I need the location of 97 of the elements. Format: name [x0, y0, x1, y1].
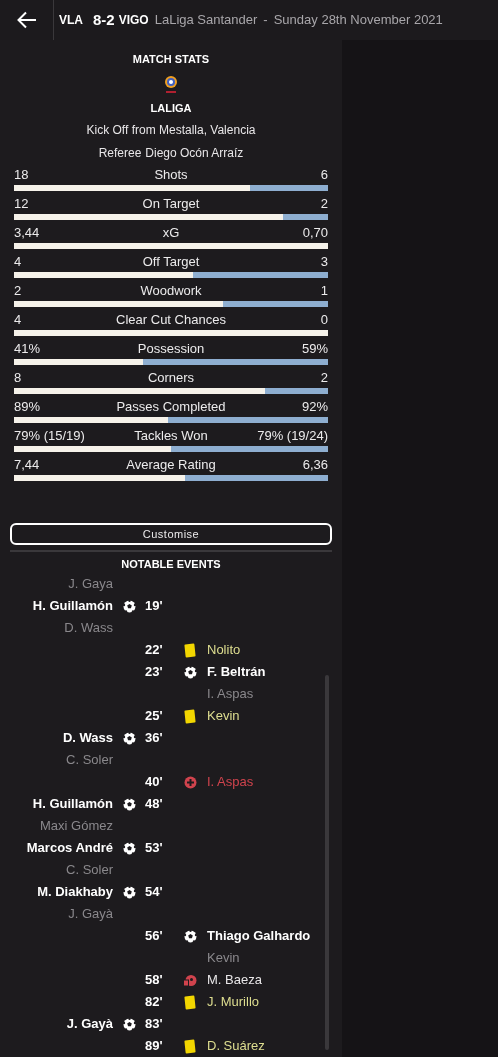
back-arrow-icon[interactable]: [16, 11, 37, 29]
event-minute: 36': [145, 729, 163, 748]
stat-label: Average Rating: [126, 455, 216, 473]
event-minute: 54': [145, 883, 163, 902]
home-stat-value: 2: [14, 281, 22, 299]
player-name: F. Beltrán: [207, 663, 266, 682]
home-stat-value: 7,44: [14, 455, 40, 473]
event-minute: 82': [145, 993, 163, 1012]
ball-icon: [183, 929, 197, 943]
event-minute: 19': [145, 597, 163, 616]
assist-name: I. Aspas: [207, 685, 254, 704]
stat-label: Passes Completed: [116, 397, 226, 415]
booking-card-icon: [184, 709, 196, 723]
home-stat-value: 12: [14, 194, 29, 212]
assist-name: J. Gayà: [68, 905, 113, 924]
missed-penalty-icon: [183, 973, 197, 987]
away-team: VIGO: [118, 12, 149, 29]
ball-icon: [122, 885, 136, 899]
player-name: Nolito: [207, 641, 241, 660]
referee-name: Diego Ocón Arraíz: [145, 144, 244, 162]
event-minute: 25': [145, 707, 163, 726]
player-name: Marcos André: [26, 839, 113, 858]
player-name: J. Gayà: [66, 1015, 113, 1034]
assist-name: D. Wass: [64, 619, 113, 638]
stat-label: Tackles Won: [134, 426, 208, 444]
home-stat-value: 79% (15/19): [14, 426, 85, 444]
stat-label: Off Target: [142, 252, 200, 270]
event-minute: 83': [145, 1015, 163, 1034]
away-stat-value: 0: [320, 310, 328, 328]
separator-dash: -: [263, 11, 268, 30]
away-stat-value: 92%: [301, 397, 328, 415]
away-stat-value: 3: [320, 252, 328, 270]
ball-icon: [122, 797, 136, 811]
ball-icon: [122, 731, 136, 745]
event-minute: 48': [145, 795, 163, 814]
home-stat-value: 4: [14, 310, 22, 328]
ball-icon: [122, 599, 136, 613]
home-team: VLA: [59, 12, 83, 29]
stat-label: Corners: [147, 368, 195, 386]
event-minute: 53': [145, 839, 163, 858]
player-name: D. Wass: [62, 729, 113, 748]
assist-name: C. Soler: [66, 751, 113, 770]
player-name: M. Diakhaby: [37, 883, 113, 902]
away-stat-value: 6,36: [302, 455, 328, 473]
assist-name: C. Soler: [66, 861, 113, 880]
stat-label: Possession: [137, 339, 205, 357]
away-stat-value: 1: [320, 281, 328, 299]
player-name: H. Guillamón: [32, 597, 113, 616]
player-name: H. Guillamón: [32, 795, 113, 814]
match-date: Sunday 28th November 2021: [273, 11, 443, 30]
kick-off-text: Kick Off from Mestalla, Valencia: [86, 121, 256, 139]
event-minute: 89': [145, 1037, 163, 1056]
away-stat-value: 2: [320, 194, 328, 212]
ball-icon: [183, 665, 197, 679]
assist-name: Maxi Gómez: [40, 817, 113, 836]
player-name: M. Baeza: [207, 971, 262, 990]
player-name: Thiago Galhardo: [207, 927, 311, 946]
customise-button[interactable]: Customise: [10, 522, 332, 546]
event-minute: 22': [145, 641, 163, 660]
home-stat-value: 41%: [14, 339, 41, 357]
home-stat-value: 8: [14, 368, 22, 386]
home-stat-value: 4: [14, 252, 22, 270]
section-title: NOTABLE EVENTS: [121, 557, 221, 571]
event-minute: 40': [145, 773, 163, 792]
home-stat-value: 3,44: [14, 223, 40, 241]
away-stat-value: 79% (19/24): [257, 426, 328, 444]
home-stat-value: 89%: [14, 397, 41, 415]
away-stat-value: 0,70: [302, 223, 328, 241]
event-minute: 56': [145, 927, 163, 946]
player-name: I. Aspas: [207, 773, 254, 792]
assist-name: Kevin: [207, 949, 240, 968]
ball-icon: [122, 1017, 136, 1031]
score: 8-2: [93, 9, 115, 30]
booking-card-icon: [184, 643, 196, 657]
home-stat-value: 18: [14, 165, 29, 183]
player-name: Kevin: [207, 707, 240, 726]
stat-label: xG: [162, 223, 180, 241]
booking-card-icon: [184, 1039, 196, 1053]
stat-label: On Target: [142, 194, 200, 212]
player-name: D. Suárez: [207, 1037, 265, 1056]
away-stat-value: 2: [320, 368, 328, 386]
player-name: J. Murillo: [207, 993, 259, 1012]
section-title: MATCH STATS: [132, 52, 210, 66]
ball-icon: [122, 841, 136, 855]
away-stat-value: 6: [320, 165, 328, 183]
competition-name: LaLiga Santander: [154, 11, 258, 30]
competition-title: LALIGA: [150, 101, 192, 116]
away-stat-value: 59%: [301, 339, 328, 357]
referee-label: Referee: [98, 144, 142, 162]
stat-label: Shots: [154, 165, 188, 183]
event-minute: 23': [145, 663, 163, 682]
injury-icon: [183, 775, 197, 789]
booking-card-icon: [184, 995, 196, 1009]
event-minute: 58': [145, 971, 163, 990]
assist-name: J. Gaya: [68, 575, 113, 594]
stat-label: Woodwork: [140, 281, 202, 299]
stat-label: Clear Cut Chances: [116, 310, 226, 328]
